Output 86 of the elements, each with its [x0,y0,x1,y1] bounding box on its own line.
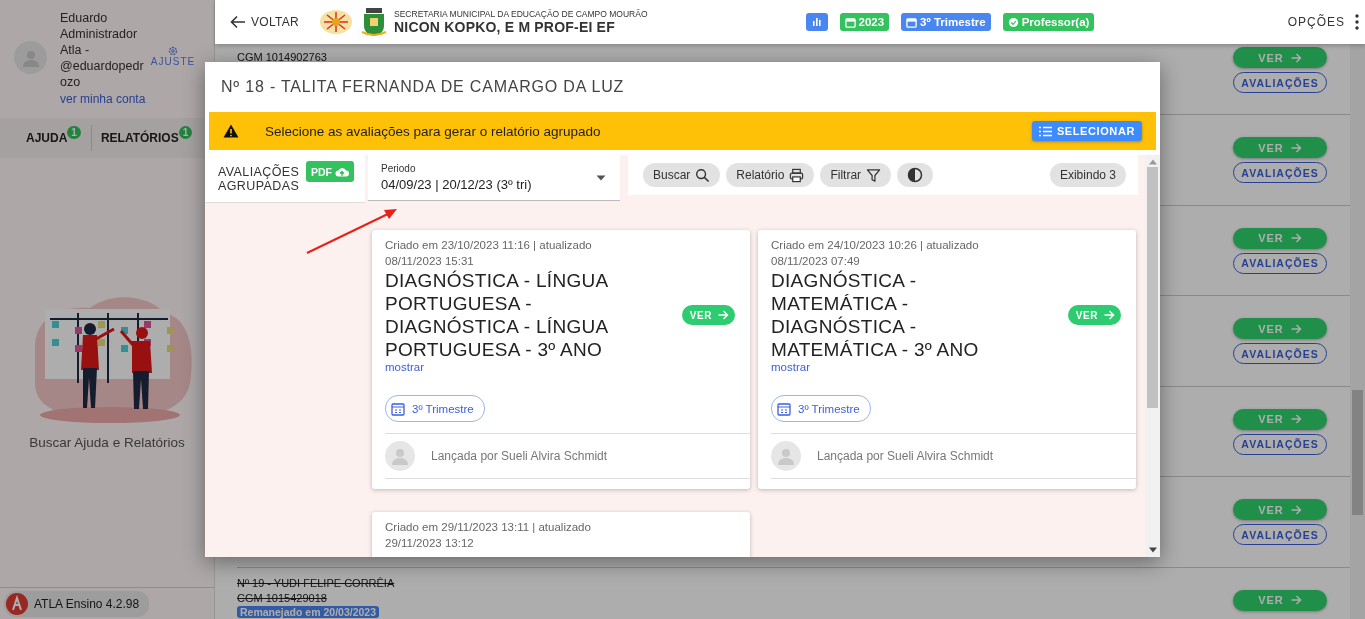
pdf-button[interactable]: PDF [306,161,354,182]
crest-icon [361,7,388,37]
assessments-button[interactable]: AVALIAÇÕES [1233,72,1327,93]
user-icon [776,446,796,466]
arrow-right-icon [1289,322,1302,335]
arrow-right-icon [1103,309,1115,321]
toolbar-button[interactable]: Buscar [643,163,721,187]
count-badge: 1 [67,125,81,139]
scrollbar[interactable] [1145,155,1160,557]
modal-title: Nº 18 - TALITA FERNANDA DE CAMARGO DA LUZ [220,77,626,97]
toolbar-button[interactable]: Filtrar [820,163,892,187]
empty-message: Buscar Ajuda e Relatórios [28,435,186,450]
card-dates: Criado em 24/10/2023 10:26 | atualizado 08/11/2023 07:49 [771,238,980,269]
period-select[interactable]: Periodo 04/09/23 | 20/12/23 (3º tri) [368,155,620,201]
arrow-right-icon [1289,413,1302,425]
assessments-button[interactable]: AVALIAÇÕES [1233,524,1327,545]
filter-chip[interactable]: Professor(a) [1002,13,1095,31]
result-count: Exibindo 3 [1049,163,1126,187]
author-text: Lançada por Sueli Alvira Schmidt [431,449,608,463]
check-circle-icon [1007,16,1019,28]
report-button[interactable] [805,13,828,31]
contrast-button[interactable] [897,163,934,187]
settings-icon [168,46,178,56]
toolbar-button[interactable]: Relatório [726,163,815,187]
calendar-icon [906,16,918,28]
show-more-link[interactable]: mostrar [385,361,424,373]
school-name: NICON KOPKO, E M PROF-EI EF [394,19,616,35]
assessments-button[interactable]: AVALIAÇÕES [1233,252,1327,274]
alert-message: Selecione as avaliações para gerar o relatório agrupado [265,123,601,139]
card-title: DIAGNÓSTICA - LÍNGUA PORTUGUESA - DIAGNÓSTICA - LÍNGUA PORTUGUESA - 3º ANO [385,269,609,361]
arrow-right-icon [1289,232,1302,244]
calendar-icon [844,16,856,28]
user-icon [390,446,410,466]
arrow-right-icon [1289,141,1302,154]
account-link[interactable]: ver minha conta [60,92,150,106]
student-id: CGM 1014902763 [237,51,328,64]
period-tag: 3º Trimestre [771,395,871,422]
scroll-up-icon[interactable] [1148,159,1157,165]
filter-chip[interactable]: 3º Trimestre [901,13,991,31]
arrow-right-icon [1289,51,1302,64]
filter-icon [866,167,882,183]
select-button[interactable]: SELECIONAR [1031,121,1142,141]
sidebar-tab[interactable]: RELATÓRIOS 1 [90,125,193,151]
card-dates: Criado em 29/11/2023 13:11 | atualizado 29/11/2023 13:12 [385,520,592,551]
options-button[interactable]: OPÇÕES [1287,14,1365,30]
warning-icon [223,124,239,138]
arrow-right-icon [1289,503,1302,516]
sidebar-tab[interactable]: AJUDA 1 [0,118,81,158]
card-title: DIAGNÓSTICA - MATEMÁTICA - DIAGNÓSTICA - MATEMÁTICA - 3º ANO [771,269,980,361]
organization-name: SECRETARIA MUNICIPAL DA EDUCAÇÃO DE CAMPO MOURÃO [394,9,648,19]
settings-button[interactable]: AJUSTE [152,46,194,67]
scrollbar[interactable] [1350,44,1365,619]
list-icon [1038,125,1052,137]
calendar-icon [391,401,405,416]
assessments-button[interactable]: AVALIAÇÕES [1233,433,1327,455]
back-button[interactable]: VOLTAR [230,15,300,29]
arrow-right-icon [1289,594,1302,606]
status-badge: Remanejado em 20/03/2023 [237,605,379,618]
author-text: Lançada por Sueli Alvira Schmidt [817,449,994,463]
calendar-icon [777,401,791,416]
scroll-down-icon[interactable] [1148,547,1157,553]
printer-icon [789,167,805,183]
period-label: Periodo [381,163,417,174]
student-name: Nº 19 - YUDI FELIPE CORRÊIA [237,576,396,590]
cloud-upload-icon [335,165,349,178]
assessments-button[interactable]: AVALIAÇÕES [1233,343,1327,364]
caret-icon [596,174,606,181]
filter-chip[interactable]: 2023 [839,13,890,31]
count-badge: 1 [178,125,193,139]
user-name: Eduardo Administrador Atla - @eduardopedrozo [60,10,145,90]
search-icon [695,167,711,183]
emblem-icon [319,7,354,37]
show-more-link[interactable]: mostrar [771,361,810,373]
arrow-right-icon [717,309,729,321]
assessments-button[interactable]: AVALIAÇÕES [1233,162,1327,183]
chart-icon [810,16,823,28]
student-id: CGM 1015429018 [237,591,328,605]
contrast-icon [907,167,924,183]
version-chip: ATLA Ensino 4.2.98 [4,590,150,617]
arrow-left-icon [230,15,246,29]
kebab-menu-icon [1355,14,1359,30]
period-value: 04/09/23 | 20/12/23 (3º tri) [381,177,533,192]
group-label: AVALIAÇÕES AGRUPADAS [218,164,300,193]
logo-icon [6,592,28,615]
period-tag: 3º Trimestre [385,395,485,422]
card-dates: Criado em 23/10/2023 11:16 | atualizado 08/11/2023 15:31 [385,238,593,269]
